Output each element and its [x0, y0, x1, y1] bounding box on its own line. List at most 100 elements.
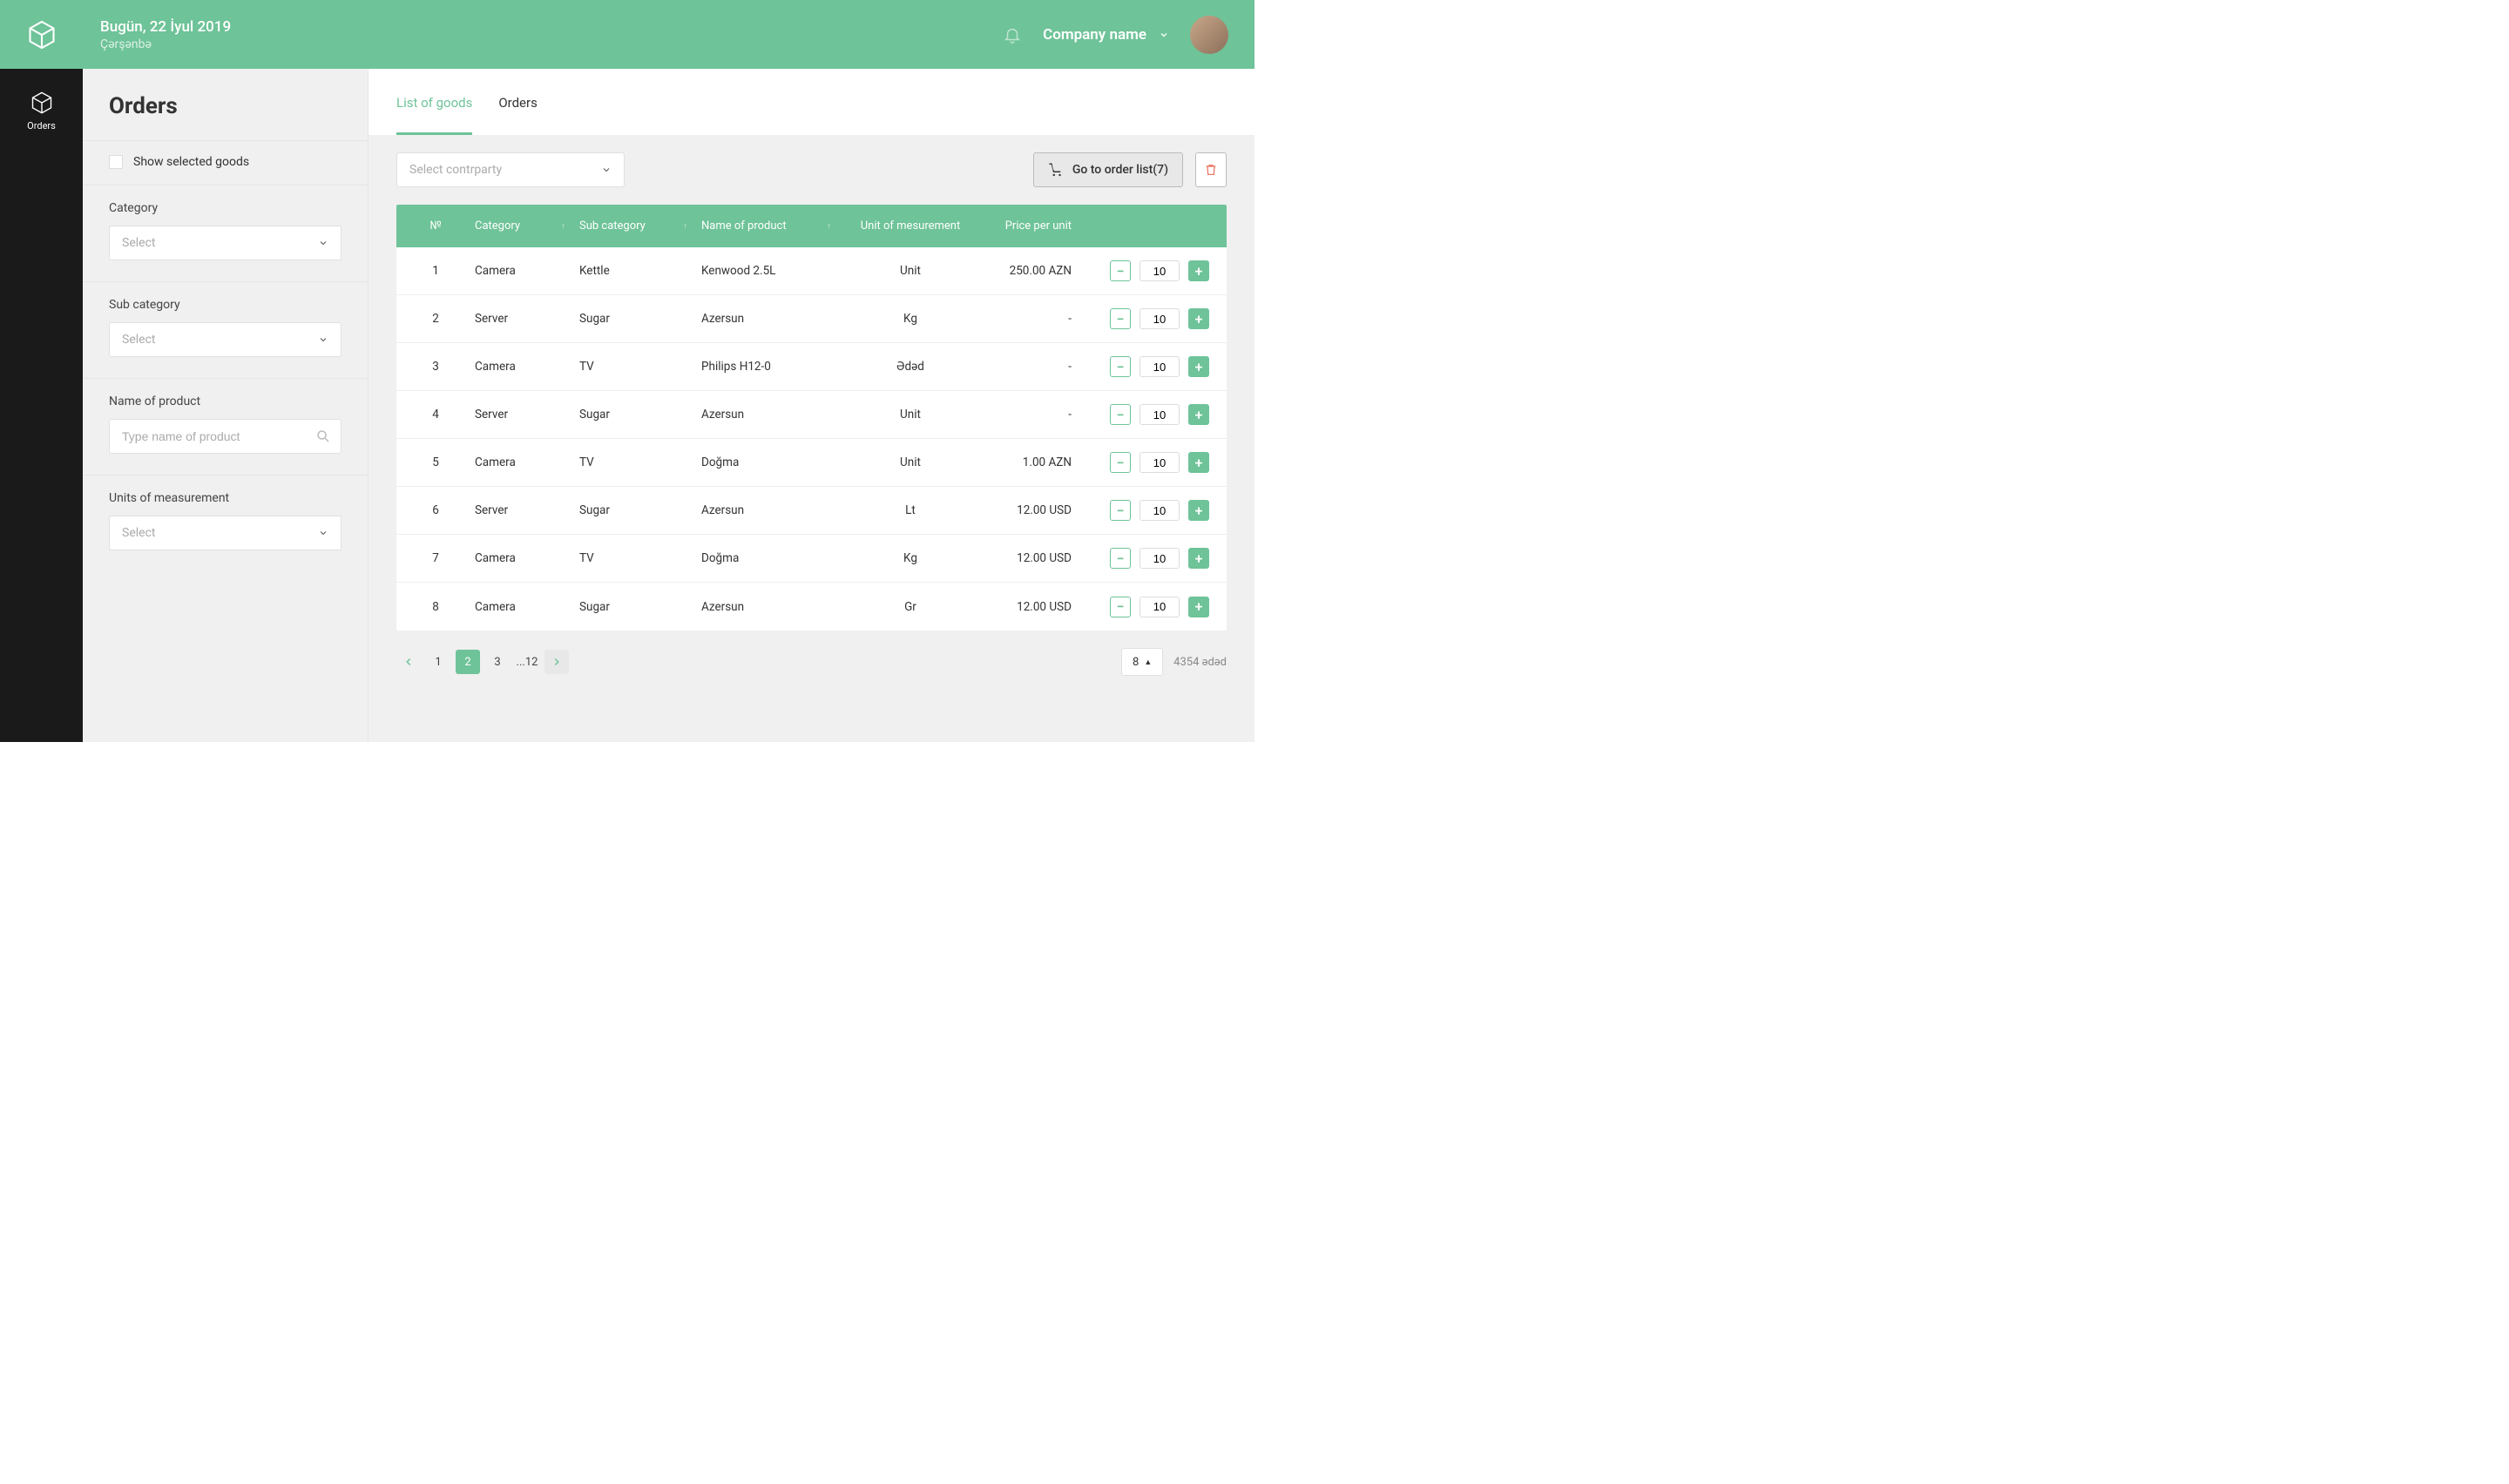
- table-row: 1CameraKettleKenwood 2.5LUnit250.00 AZN−…: [396, 247, 1227, 295]
- cell-subcategory: Sugar: [579, 600, 701, 614]
- qty-decrement-button[interactable]: −: [1110, 308, 1131, 329]
- col-subcategory[interactable]: Sub category↑: [579, 219, 701, 233]
- qty-increment-button[interactable]: +: [1188, 452, 1209, 473]
- cell-unit: Kg: [845, 551, 976, 565]
- table-row: 7CameraTVDoğmaKg12.00 USD−+: [396, 535, 1227, 583]
- cell-subcategory: TV: [579, 551, 701, 565]
- cell-name: Azersun: [701, 312, 845, 326]
- subcategory-select[interactable]: Select: [109, 322, 342, 357]
- total-count: 4354 ədəd: [1173, 656, 1227, 669]
- chevron-right-icon: [551, 656, 563, 668]
- cell-subcategory: Sugar: [579, 312, 701, 326]
- units-label: Units of measurement: [109, 491, 342, 505]
- qty-increment-button[interactable]: +: [1188, 356, 1209, 377]
- cell-price: -: [976, 312, 1089, 326]
- col-name[interactable]: Name of product↑: [701, 219, 845, 233]
- category-label: Category: [109, 201, 342, 215]
- cell-unit: Kg: [845, 312, 976, 326]
- cell-unit: Unit: [845, 264, 976, 278]
- show-selected-checkbox[interactable]: Show selected goods: [109, 155, 342, 169]
- qty-increment-button[interactable]: +: [1188, 500, 1209, 521]
- qty-decrement-button[interactable]: −: [1110, 356, 1131, 377]
- chevron-down-icon: [318, 238, 328, 248]
- qty-increment-button[interactable]: +: [1188, 404, 1209, 425]
- sort-icon: ↑: [683, 221, 687, 231]
- qty-input[interactable]: [1140, 500, 1180, 521]
- search-icon: [315, 428, 331, 444]
- product-name-input[interactable]: [109, 419, 342, 454]
- units-select[interactable]: Select: [109, 516, 342, 550]
- page-button[interactable]: 3: [485, 650, 510, 674]
- bell-icon[interactable]: [1003, 25, 1022, 44]
- nav-orders-label: Orders: [27, 120, 56, 132]
- company-name: Company name: [1043, 26, 1146, 44]
- qty-increment-button[interactable]: +: [1188, 260, 1209, 281]
- page-button[interactable]: 1: [426, 650, 450, 674]
- nav-orders[interactable]: Orders: [0, 82, 83, 140]
- col-price: Price per unit: [976, 219, 1089, 233]
- chevron-down-icon: [318, 334, 328, 345]
- page-size-select[interactable]: 8 ▲: [1121, 648, 1163, 676]
- qty-decrement-button[interactable]: −: [1110, 260, 1131, 281]
- chevron-down-icon: [1159, 30, 1169, 40]
- qty-input[interactable]: [1140, 260, 1180, 281]
- caret-up-icon: ▲: [1144, 658, 1152, 667]
- qty-increment-button[interactable]: +: [1188, 597, 1209, 617]
- product-name-label: Name of product: [109, 395, 342, 408]
- show-selected-label: Show selected goods: [133, 155, 249, 169]
- qty-decrement-button[interactable]: −: [1110, 500, 1131, 521]
- col-category[interactable]: Category↑: [475, 219, 579, 233]
- go-to-order-list-button[interactable]: Go to order list(7): [1033, 152, 1183, 187]
- header-date: Bugün, 22 İyul 2019: [100, 18, 231, 36]
- table-row: 5CameraTVDoğmaUnit1.00 AZN−+: [396, 439, 1227, 487]
- qty-decrement-button[interactable]: −: [1110, 548, 1131, 569]
- cell-category: Camera: [475, 600, 579, 614]
- cell-price: 250.00 AZN: [976, 264, 1089, 278]
- page-next-button[interactable]: [544, 650, 569, 674]
- company-selector[interactable]: Company name: [1043, 26, 1169, 44]
- qty-input[interactable]: [1140, 356, 1180, 377]
- box-icon: [30, 91, 54, 115]
- col-unit: Unit of mesurement: [845, 219, 976, 233]
- qty-input[interactable]: [1140, 308, 1180, 329]
- tab-list-of-goods[interactable]: List of goods: [396, 69, 472, 135]
- cell-num: 7: [396, 551, 475, 565]
- qty-increment-button[interactable]: +: [1188, 548, 1209, 569]
- delete-button[interactable]: [1195, 152, 1227, 187]
- chevron-left-icon: [402, 656, 415, 668]
- tab-orders[interactable]: Orders: [498, 69, 538, 135]
- cell-num: 2: [396, 312, 475, 326]
- qty-input[interactable]: [1140, 452, 1180, 473]
- cell-name: Philips H12-0: [701, 360, 845, 374]
- cell-subcategory: TV: [579, 455, 701, 469]
- qty-input[interactable]: [1140, 548, 1180, 569]
- table-row: 4ServerSugarAzersunUnit-−+: [396, 391, 1227, 439]
- cell-name: Doğma: [701, 551, 845, 565]
- col-num: №: [396, 219, 475, 233]
- qty-input[interactable]: [1140, 597, 1180, 617]
- cell-unit: Lt: [845, 503, 976, 517]
- counterparty-placeholder: Select contrparty: [409, 163, 502, 177]
- chevron-down-icon: [601, 165, 612, 175]
- table-row: 6ServerSugarAzersunLt12.00 USD−+: [396, 487, 1227, 535]
- trash-icon: [1204, 163, 1218, 177]
- cell-name: Doğma: [701, 455, 845, 469]
- counterparty-select[interactable]: Select contrparty: [396, 152, 625, 187]
- app-logo: [0, 19, 83, 51]
- qty-decrement-button[interactable]: −: [1110, 452, 1131, 473]
- cell-category: Camera: [475, 551, 579, 565]
- qty-decrement-button[interactable]: −: [1110, 404, 1131, 425]
- sort-icon: ↑: [561, 221, 565, 231]
- cell-num: 1: [396, 264, 475, 278]
- chevron-down-icon: [318, 528, 328, 538]
- qty-decrement-button[interactable]: −: [1110, 597, 1131, 617]
- avatar[interactable]: [1190, 16, 1228, 54]
- cell-unit: Gr: [845, 600, 976, 614]
- page-prev-button[interactable]: [396, 650, 421, 674]
- qty-input[interactable]: [1140, 404, 1180, 425]
- cell-subcategory: Sugar: [579, 408, 701, 422]
- qty-increment-button[interactable]: +: [1188, 308, 1209, 329]
- page-button[interactable]: ...12: [515, 650, 539, 674]
- category-select[interactable]: Select: [109, 226, 342, 260]
- page-button[interactable]: 2: [456, 650, 480, 674]
